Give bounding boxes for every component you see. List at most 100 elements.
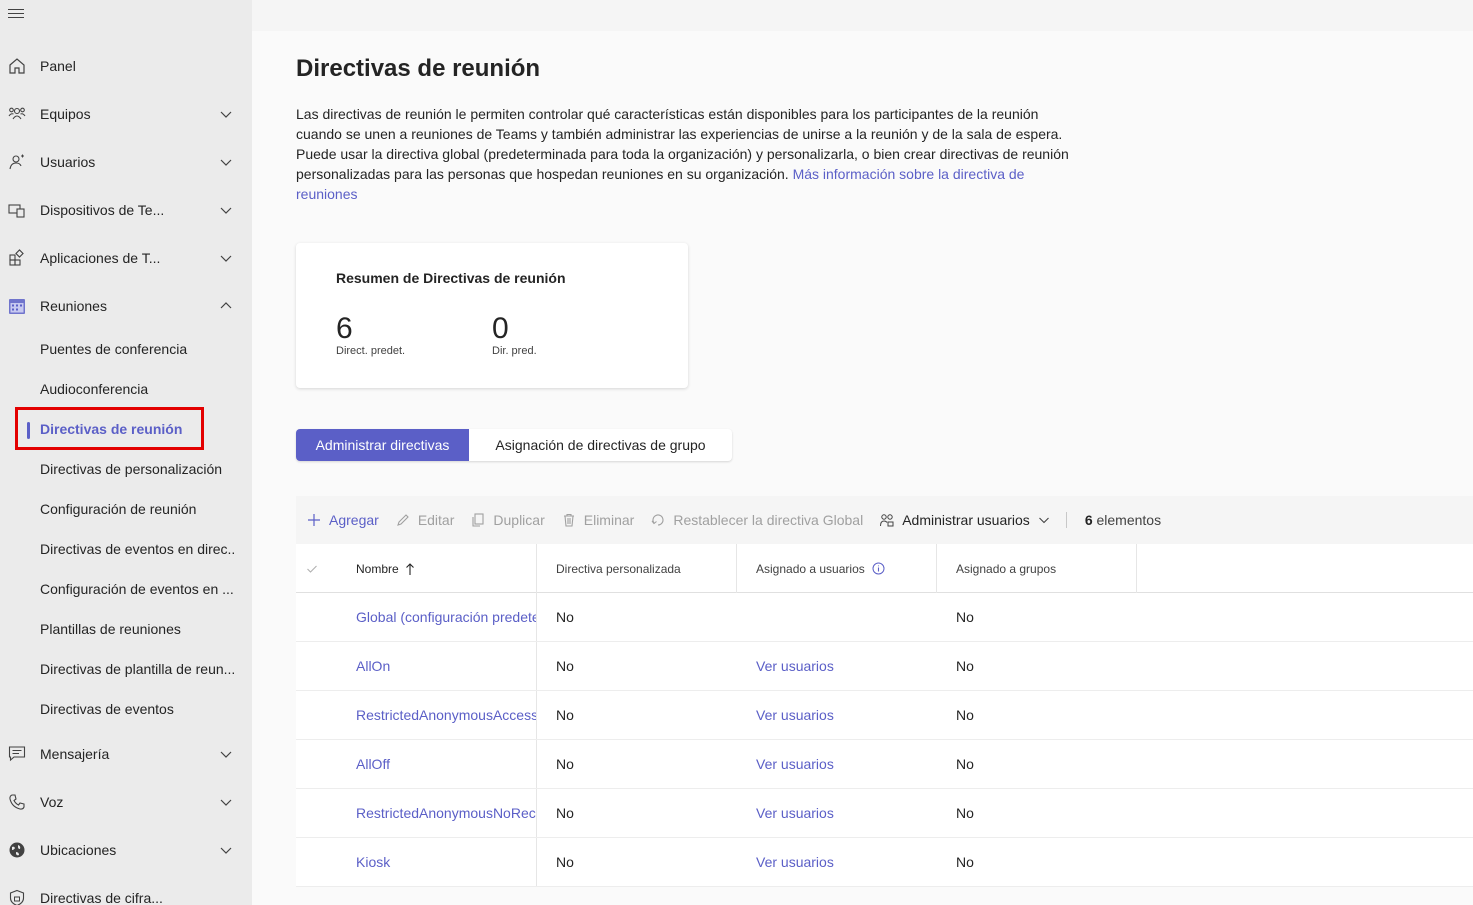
page-description: Las directivas de reunión le permiten co…: [296, 104, 1076, 204]
custom-policy-value: No: [556, 756, 574, 772]
chevron-down-icon[interactable]: [219, 843, 233, 857]
sidebar-item-mensajeria[interactable]: Mensajería: [0, 734, 252, 774]
users-icon: [9, 154, 24, 170]
duplicate-button-label: Duplicar: [493, 512, 545, 528]
column-divider: [536, 544, 537, 593]
table-row[interactable]: AllOn No Ver usuarios No: [296, 642, 1473, 691]
view-users-link[interactable]: Ver usuarios: [756, 642, 834, 690]
tab-administrar-directivas[interactable]: Administrar directivas: [296, 429, 469, 461]
sidebar-item-usuarios[interactable]: Usuarios: [0, 142, 252, 182]
info-icon[interactable]: [872, 562, 885, 575]
sidebar-item-dispositivos[interactable]: Dispositivos de Te...: [0, 190, 252, 230]
table-row[interactable]: AllOff No Ver usuarios No: [296, 740, 1473, 789]
sidebar-subitem-directivas-plantilla[interactable]: Directivas de plantilla de reun...: [0, 650, 252, 690]
plus-icon: [306, 512, 322, 528]
chevron-down-icon[interactable]: [219, 107, 233, 121]
column-header-assigned-users[interactable]: Asignado a usuarios: [756, 544, 885, 593]
table-row[interactable]: RestrictedAnonymousNoRecording No Ver us…: [296, 789, 1473, 838]
delete-button[interactable]: Eliminar: [561, 512, 634, 528]
check-icon: [307, 565, 317, 573]
sidebar-subitem-plantillas[interactable]: Plantillas de reuniones: [0, 610, 252, 650]
sidebar-subitem-puentes[interactable]: Puentes de conferencia: [0, 330, 252, 370]
toolbar-separator: [1065, 512, 1067, 528]
policy-name-link[interactable]: RestrictedAnonymousAccess: [356, 691, 536, 739]
sidebar-item-label: Directivas de cifra...: [40, 890, 163, 905]
chevron-up-icon[interactable]: [219, 299, 233, 313]
add-button[interactable]: Agregar: [306, 512, 379, 528]
view-users-link[interactable]: Ver usuarios: [756, 789, 834, 837]
stat-value: 0: [492, 312, 509, 345]
chevron-down-icon[interactable]: [219, 795, 233, 809]
edit-button[interactable]: Editar: [395, 512, 454, 528]
summary-title: Resumen de Directivas de reunión: [336, 270, 566, 286]
assigned-groups-value: No: [956, 756, 974, 772]
sidebar-item-ubicaciones[interactable]: Ubicaciones: [0, 830, 252, 870]
sidebar-subitem-configuracion-reunion[interactable]: Configuración de reunión: [0, 490, 252, 530]
table-row[interactable]: Global (configuración predeterminada de …: [296, 593, 1473, 642]
teams-icon: [8, 107, 26, 120]
sidebar-subitem-eventos-directo[interactable]: Directivas de eventos en direc...: [0, 530, 252, 570]
table-header: Nombre Directiva personalizada Asignado …: [296, 544, 1473, 593]
sidebar-subitem-label: Plantillas de reuniones: [40, 621, 181, 637]
policy-name-link[interactable]: Global (configuración predeterminada de …: [356, 593, 536, 641]
column-header-label: Directiva personalizada: [556, 561, 681, 576]
table-row[interactable]: Kiosk No Ver usuarios No: [296, 838, 1473, 887]
column-divider: [536, 740, 537, 788]
duplicate-button[interactable]: Duplicar: [470, 512, 545, 528]
sidebar-item-panel[interactable]: Panel: [0, 46, 252, 86]
reset-global-button[interactable]: Restablecer la directiva Global: [650, 512, 863, 528]
sidebar-subitem-label: Directivas de personalización: [40, 461, 223, 477]
chevron-down-icon[interactable]: [219, 203, 233, 217]
column-header-name[interactable]: Nombre: [356, 544, 415, 593]
tab-asignacion-grupo[interactable]: Asignación de directivas de grupo: [469, 429, 732, 461]
sidebar-item-label: Usuarios: [40, 154, 96, 170]
sidebar-item-voz[interactable]: Voz: [0, 782, 252, 822]
column-divider: [536, 691, 537, 739]
custom-policy-value: No: [556, 805, 574, 821]
column-header-custom[interactable]: Directiva personalizada: [556, 544, 681, 593]
sidebar-subitem-directivas-eventos[interactable]: Directivas de eventos: [0, 690, 252, 730]
tab-bar: Administrar directivas Asignación de dir…: [296, 429, 732, 461]
manage-users-button[interactable]: Administrar usuarios: [879, 512, 1050, 528]
manage-users-icon: [879, 512, 895, 528]
chevron-down-icon[interactable]: [219, 155, 233, 169]
sidebar-subitem-label: Configuración de reunión: [40, 501, 197, 517]
sidebar-subitem-personalizacion[interactable]: Directivas de personalización: [0, 450, 252, 490]
sidebar-subitem-label: Puentes de conferencia: [40, 341, 188, 357]
sidebar-item-cifrado[interactable]: Directivas de cifra...: [0, 878, 252, 905]
view-users-link[interactable]: Ver usuarios: [756, 691, 834, 739]
sidebar-item-equipos[interactable]: Equipos: [0, 94, 252, 134]
trash-icon: [561, 512, 577, 528]
sidebar-item-aplicaciones[interactable]: Aplicaciones de T...: [0, 238, 252, 278]
sidebar-item-label: Equipos: [40, 106, 91, 122]
column-divider: [536, 838, 537, 886]
item-count-label: elementos: [1092, 512, 1162, 528]
copy-icon: [470, 512, 486, 528]
column-header-assigned-groups[interactable]: Asignado a grupos: [956, 544, 1056, 593]
chevron-down-icon[interactable]: [219, 747, 233, 761]
column-header-label: Nombre: [356, 561, 399, 576]
hamburger-menu-icon[interactable]: [8, 9, 24, 23]
view-users-link[interactable]: Ver usuarios: [756, 740, 834, 788]
stat-value: 6: [336, 312, 353, 345]
policy-name-link[interactable]: RestrictedAnonymousNoRecording: [356, 789, 536, 837]
sidebar-item-reuniones[interactable]: Reuniones: [0, 286, 252, 326]
stat-label: Dir. pred.: [492, 345, 537, 357]
sidebar-subitem-label: Directivas de eventos: [40, 701, 174, 717]
select-all-checkbox[interactable]: [306, 544, 318, 593]
sidebar-subitem-audioconferencia[interactable]: Audioconferencia: [0, 370, 252, 410]
policy-name-link[interactable]: AllOn: [356, 642, 536, 690]
reset-global-button-label: Restablecer la directiva Global: [673, 512, 864, 528]
pencil-icon: [395, 512, 411, 528]
stat-default-policies: 6 Direct. predet.: [336, 311, 405, 357]
column-divider: [736, 544, 737, 593]
column-divider: [536, 642, 537, 690]
assigned-groups-value: No: [956, 805, 974, 821]
policy-name-link[interactable]: AllOff: [356, 740, 536, 788]
view-users-link[interactable]: Ver usuarios: [756, 838, 834, 886]
page-title: Directivas de reunión: [296, 55, 541, 82]
sidebar-subitem-config-eventos[interactable]: Configuración de eventos en ...: [0, 570, 252, 610]
table-row[interactable]: RestrictedAnonymousAccess No Ver usuario…: [296, 691, 1473, 740]
chevron-down-icon[interactable]: [219, 251, 233, 265]
policy-name-link[interactable]: Kiosk: [356, 838, 536, 886]
